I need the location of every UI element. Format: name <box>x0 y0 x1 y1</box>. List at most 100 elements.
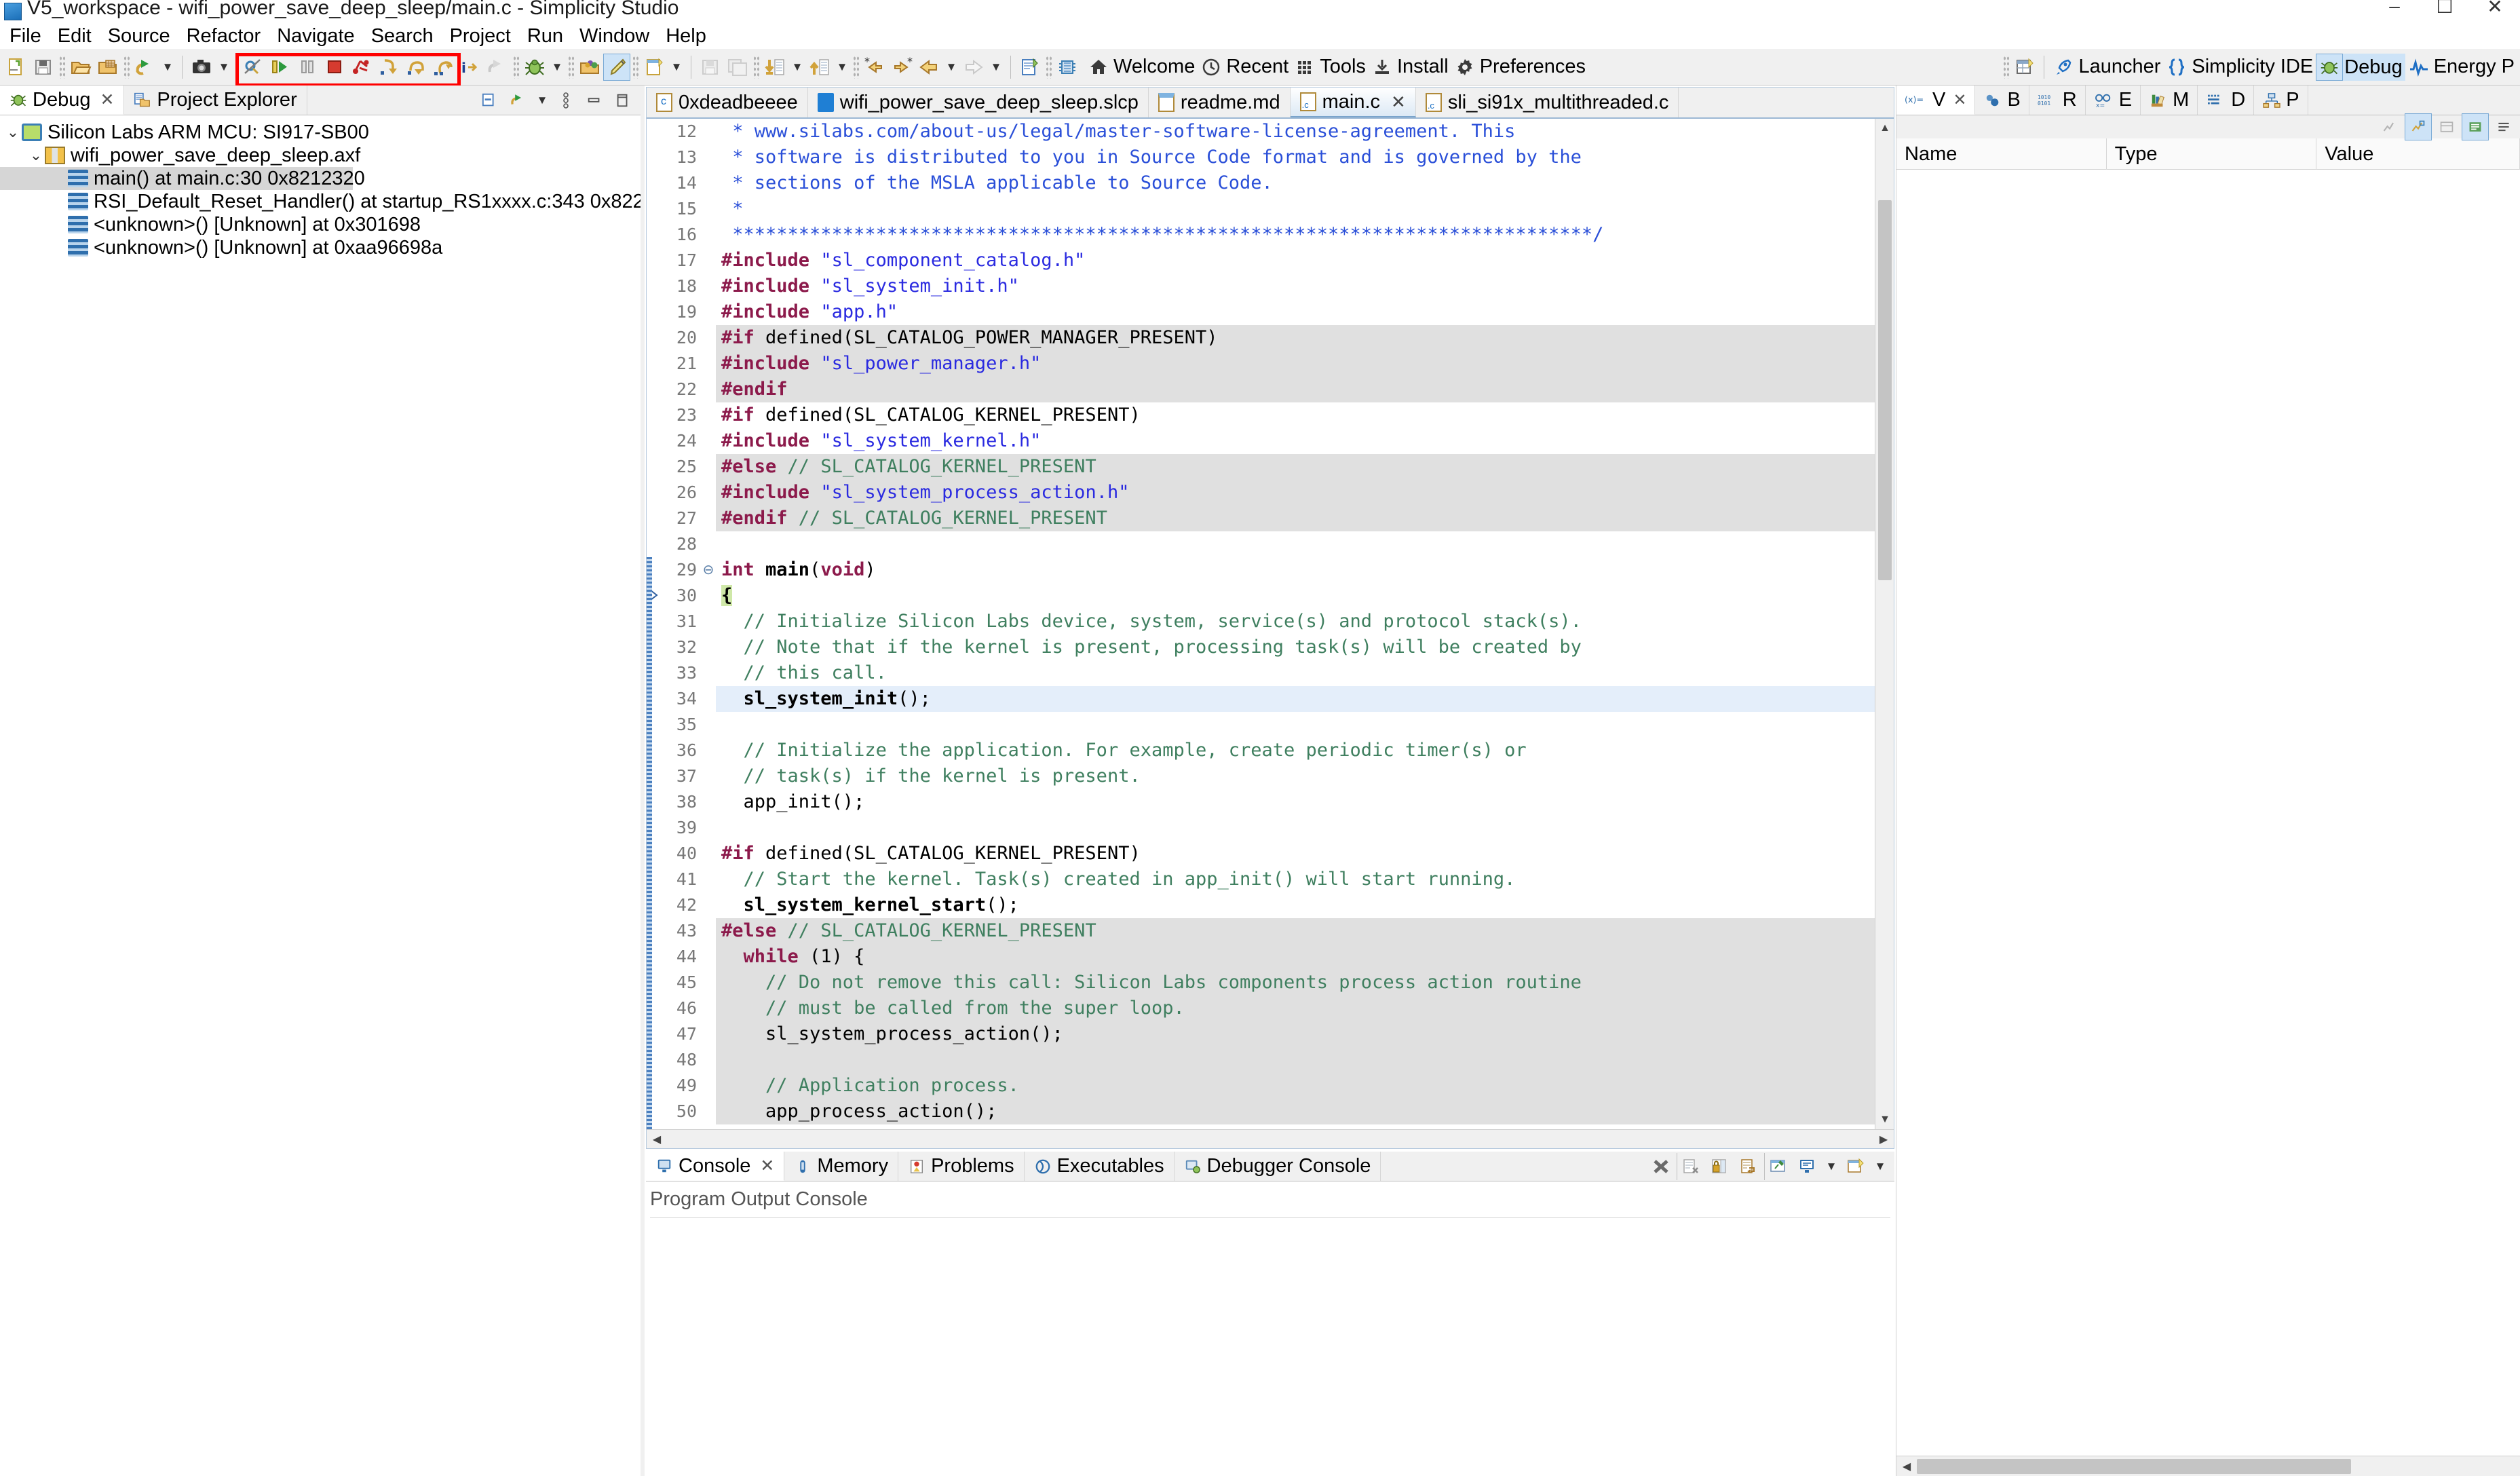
debug-stack-tree[interactable]: ⌄Silicon Labs ARM MCU: SI917-SB00⌄wifi_p… <box>0 115 641 1476</box>
editor-tab-readme-md[interactable]: readme.md <box>1149 88 1291 117</box>
menu-help[interactable]: Help <box>657 23 714 49</box>
tab-debug[interactable]: Debug ✕ <box>0 86 124 115</box>
console-tab-debugger-console[interactable]: Debugger Console <box>1175 1152 1381 1181</box>
view-menu-dropdown-icon[interactable]: ▼ <box>533 87 551 114</box>
expand-twisty-icon[interactable]: ⌄ <box>27 147 45 164</box>
step-into-icon[interactable] <box>375 54 402 81</box>
debug-view-toolbar[interactable]: ▼ <box>476 86 641 115</box>
code-line[interactable]: * www.silabs.com/about-us/legal/master-s… <box>716 119 1875 145</box>
toolbar-quick-access[interactable]: Welcome Recent Tools Install Preferences <box>1085 54 1588 81</box>
debug-tree-row[interactable]: <unknown>() [Unknown] at 0x301698 <box>0 213 641 236</box>
run-icon[interactable] <box>132 54 159 81</box>
perspective-simplicity-ide[interactable]: Simplicity IDE <box>2190 56 2316 78</box>
variables-columns[interactable]: NameTypeValue <box>1896 138 2520 170</box>
pencil-marker-icon[interactable] <box>603 54 630 81</box>
code-line[interactable]: #endif <box>716 377 1875 402</box>
code-line[interactable]: // task(s) if the kernel is present. <box>716 763 1875 789</box>
code-line[interactable]: // this call. <box>716 660 1875 686</box>
forward-star-icon[interactable]: * <box>888 54 915 81</box>
toolbar-group-misc[interactable]: i ▼ ▼ ▼ <box>457 54 1081 81</box>
code-line[interactable] <box>716 1047 1875 1073</box>
editor-scroll-up-icon[interactable]: ▲ <box>1875 119 1894 138</box>
variables-column-header[interactable]: Value <box>2316 138 2520 170</box>
toolbar-grip-4[interactable] <box>568 56 574 79</box>
console-tabs[interactable]: Console✕MemoryProblemsExecutablesDebugge… <box>646 1152 1894 1181</box>
tab-debug-close-icon[interactable]: ✕ <box>100 90 114 110</box>
perspective-debug[interactable]: Debug <box>2343 54 2405 81</box>
console-tab-close-icon[interactable]: ✕ <box>760 1156 774 1176</box>
install-icon[interactable] <box>1369 54 1396 81</box>
menu-search[interactable]: Search <box>363 23 442 49</box>
code-line[interactable]: #if defined(SL_CATALOG_KERNEL_PRESENT) <box>716 402 1875 428</box>
code-line[interactable]: ****************************************… <box>716 222 1875 248</box>
code-line[interactable] <box>716 815 1875 841</box>
chip-icon[interactable] <box>1054 54 1081 81</box>
code-line[interactable]: * <box>716 196 1875 222</box>
code-line[interactable]: #endif // SL_CATALOG_KERNEL_PRESENT <box>716 506 1875 531</box>
toolbar-grip-2[interactable] <box>123 56 130 79</box>
save-icon[interactable] <box>30 54 57 81</box>
main-toolbar[interactable]: ▼ ▼ <box>0 49 2520 86</box>
toolbar-group-debug[interactable] <box>240 54 457 81</box>
code-line[interactable]: int main(void) <box>716 557 1875 583</box>
quick-recent-label[interactable]: Recent <box>1225 56 1291 78</box>
new-file-dropdown-icon[interactable]: ▼ <box>668 54 685 81</box>
toolbar-grip-3[interactable] <box>513 56 519 79</box>
minimize-button[interactable]: – <box>2369 0 2420 17</box>
expand-twisty-icon[interactable]: ⌄ <box>4 124 22 141</box>
editor-horizontal-scrollbar[interactable]: ◀ ▶ <box>647 1129 1894 1148</box>
pin-icon[interactable] <box>1764 1153 1791 1180</box>
word-wrap-icon[interactable] <box>1735 1153 1762 1180</box>
perspective-energy[interactable]: Energy P <box>2432 56 2517 78</box>
toolbar-grip-6[interactable] <box>753 56 759 79</box>
code-line[interactable]: * software is distributed to you in Sour… <box>716 145 1875 170</box>
editor-code[interactable]: * www.silabs.com/about-us/legal/master-s… <box>716 119 1875 1129</box>
menu-file[interactable]: File <box>1 23 50 49</box>
quick-install-label[interactable]: Install <box>1396 56 1451 78</box>
close-button[interactable]: ✕ <box>2470 0 2520 18</box>
screenshot-dropdown-icon[interactable]: ▼ <box>215 54 233 81</box>
open-type-icon[interactable] <box>576 54 603 81</box>
code-line[interactable]: // must be called from the super loop. <box>716 996 1875 1021</box>
build-up-icon[interactable] <box>806 54 833 81</box>
forward-dropdown-icon[interactable]: ▼ <box>987 54 1005 81</box>
code-line[interactable]: // Initialize Silicon Labs device, syste… <box>716 609 1875 635</box>
screenshot-icon[interactable] <box>188 54 215 81</box>
menu-refactor[interactable]: Refactor <box>178 23 269 49</box>
maximize-button[interactable]: ☐ <box>2420 0 2470 18</box>
toolbar-grip[interactable] <box>59 56 65 79</box>
fold-toggle-icon[interactable]: ⊖ <box>701 557 716 583</box>
variables-column-header[interactable]: Type <box>2107 138 2317 170</box>
code-line[interactable]: #include "sl_component_catalog.h" <box>716 248 1875 273</box>
code-line[interactable]: app_init(); <box>716 789 1875 815</box>
variables-rows[interactable] <box>1896 170 2520 1456</box>
console-tab-console[interactable]: Console✕ <box>646 1152 784 1181</box>
suspend-icon[interactable] <box>294 54 321 81</box>
menu-bar[interactable]: File Edit Source Refactor Navigate Searc… <box>0 23 2520 49</box>
braces-icon[interactable] <box>2163 54 2190 81</box>
editor-tab-sli-si91x-multithreaded-c[interactable]: sli_si91x_multithreaded.c <box>1416 88 1679 117</box>
view-menu-icon[interactable] <box>505 87 532 114</box>
build-dropdown-icon[interactable]: ▼ <box>788 54 806 81</box>
step-over-icon[interactable] <box>402 54 429 81</box>
console-tab-executables[interactable]: Executables <box>1025 1152 1175 1181</box>
step-return-icon[interactable] <box>429 54 457 81</box>
code-line[interactable]: #include "sl_power_manager.h" <box>716 351 1875 377</box>
console-toolbar[interactable]: ▼▼ <box>1647 1152 1894 1181</box>
collapse-all-icon[interactable] <box>2376 113 2403 140</box>
grid-icon[interactable] <box>1291 54 1318 81</box>
skip-all-breakpoints-icon[interactable] <box>240 54 267 81</box>
editor-scroll-left-icon[interactable]: ◀ <box>647 1130 667 1149</box>
code-line[interactable]: sl_system_kernel_start(); <box>716 892 1875 918</box>
build-down-icon[interactable] <box>761 54 788 81</box>
variables-scroll-thumb[interactable] <box>1917 1459 2351 1474</box>
note-icon[interactable] <box>1016 54 1044 81</box>
variables-tab-registers[interactable]: 10100101R <box>2029 86 2086 115</box>
editor-tab-wifi-power-save-deep-sleep-slcp[interactable]: wifi_power_save_deep_sleep.slcp <box>808 88 1149 117</box>
perspective-bar[interactable]: Launcher Simplicity IDE Debug Energy P <box>2001 54 2517 81</box>
maximize-icon[interactable] <box>609 87 636 114</box>
menu-run[interactable]: Run <box>519 23 571 49</box>
code-line[interactable]: // Application process. <box>716 1073 1875 1099</box>
quick-preferences-label[interactable]: Preferences <box>1478 56 1588 78</box>
open-console-dropdown-icon[interactable]: ▼ <box>1871 1153 1889 1180</box>
